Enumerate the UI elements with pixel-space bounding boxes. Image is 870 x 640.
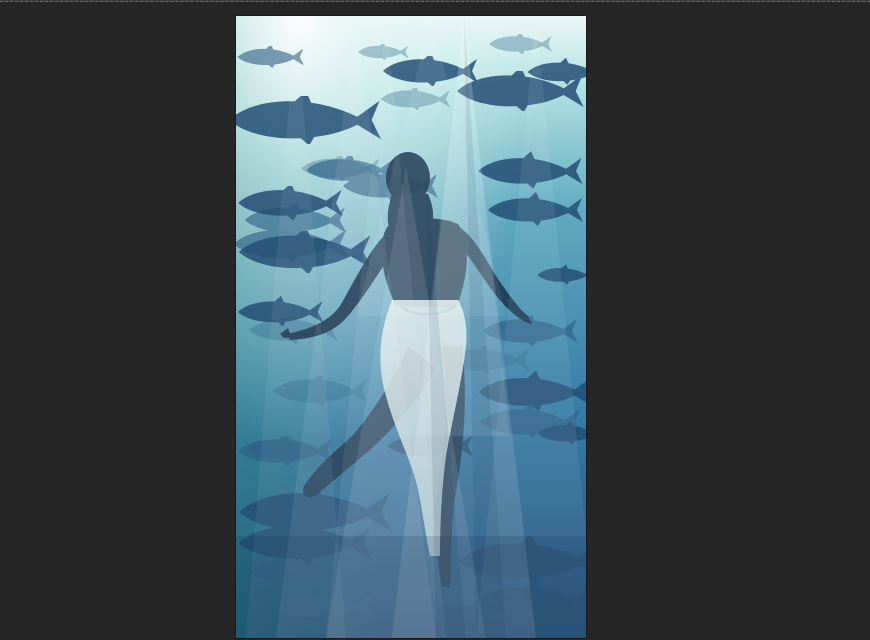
bottom-vignette xyxy=(236,536,586,638)
photoshop-canvas-workspace[interactable] xyxy=(0,3,870,640)
document-artboard[interactable] xyxy=(236,16,586,638)
artwork-svg xyxy=(236,16,586,638)
canvas-top-ruler-edge xyxy=(0,0,870,2)
